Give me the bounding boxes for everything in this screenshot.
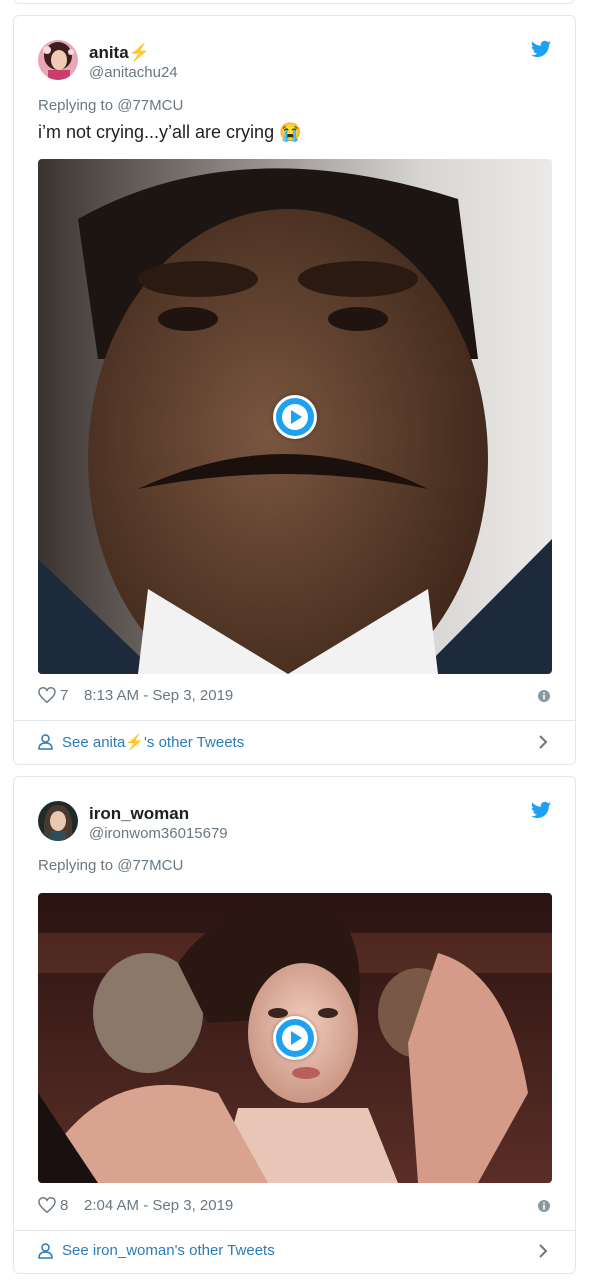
tweet-card: anita⚡ @anitachu24 Replying to @77MCU i’… xyxy=(13,15,576,765)
see-other-tweets-label: See iron_woman's other Tweets xyxy=(62,1242,275,1259)
tweet-meta: 8 2:04 AM - Sep 3, 2019 xyxy=(38,1196,551,1216)
user-handle[interactable]: @anitachu24 xyxy=(89,64,178,81)
timestamp[interactable]: 8:13 AM - Sep 3, 2019 xyxy=(84,687,233,704)
person-icon xyxy=(38,734,53,750)
tweet-meta: 7 8:13 AM - Sep 3, 2019 xyxy=(38,686,551,706)
play-button[interactable] xyxy=(273,394,317,439)
heart-icon[interactable] xyxy=(38,1197,56,1213)
see-other-tweets-link[interactable]: See anita⚡'s other Tweets xyxy=(38,730,551,754)
see-other-tweets-label: See anita⚡'s other Tweets xyxy=(62,734,245,751)
user-handle[interactable]: @ironwom36015679 xyxy=(89,825,228,842)
avatar[interactable] xyxy=(38,801,78,841)
like-count: 8 xyxy=(60,1197,69,1214)
tweet-card: iron_woman @ironwom36015679 Replying to … xyxy=(13,776,576,1274)
video-thumbnail[interactable] xyxy=(38,159,552,674)
display-name[interactable]: iron_woman xyxy=(89,804,189,824)
info-icon[interactable] xyxy=(538,690,550,702)
divider xyxy=(14,720,575,721)
tweet-text: i’m not crying...y’all are crying 😭 xyxy=(38,122,302,142)
twitter-bird-icon[interactable] xyxy=(531,801,551,819)
play-button[interactable] xyxy=(273,1016,317,1060)
timestamp[interactable]: 2:04 AM - Sep 3, 2019 xyxy=(84,1197,233,1214)
avatar[interactable] xyxy=(38,40,78,80)
info-icon[interactable] xyxy=(538,1200,550,1212)
chevron-right-icon xyxy=(539,735,548,749)
replying-to[interactable]: Replying to @77MCU xyxy=(38,857,183,874)
person-icon xyxy=(38,1243,53,1259)
chevron-right-icon xyxy=(539,1244,548,1258)
video-thumbnail[interactable] xyxy=(38,893,552,1183)
display-name[interactable]: anita⚡ xyxy=(89,43,150,63)
like-count: 7 xyxy=(60,687,69,704)
heart-icon[interactable] xyxy=(38,687,56,703)
divider xyxy=(14,1230,575,1231)
replying-to[interactable]: Replying to @77MCU xyxy=(38,97,183,114)
see-other-tweets-link[interactable]: See iron_woman's other Tweets xyxy=(38,1239,551,1263)
tweet-header: iron_woman @ironwom36015679 xyxy=(38,801,538,845)
tweet-header: anita⚡ @anitachu24 xyxy=(38,40,538,84)
previous-tweet-card-edge xyxy=(13,0,575,4)
twitter-bird-icon[interactable] xyxy=(531,40,551,58)
